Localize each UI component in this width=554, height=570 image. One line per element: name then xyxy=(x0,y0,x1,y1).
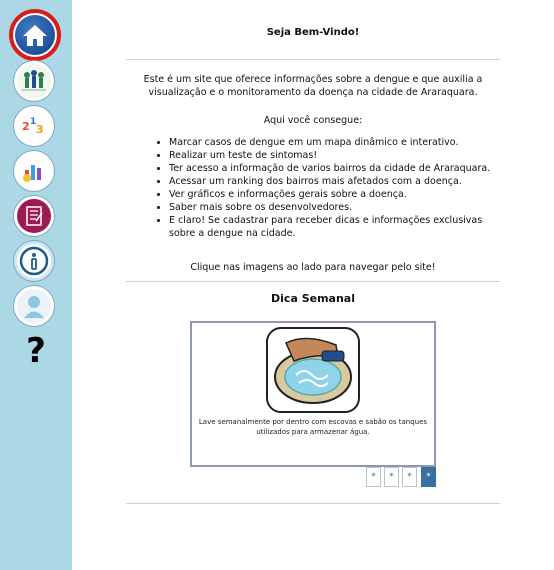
list-item: Ter acesso a informação de varios bairro… xyxy=(169,162,499,175)
list-item: Ver gráficos e informações gerais sobre … xyxy=(169,188,499,201)
home-icon xyxy=(15,15,55,55)
page-title: Seja Bem-Vindo! xyxy=(266,27,360,38)
features-list: Marcar casos de dengue em um mapa dinâmi… xyxy=(156,136,499,240)
nav-user-button[interactable] xyxy=(14,286,54,326)
nav-test-button[interactable] xyxy=(14,196,54,236)
list-item: Saber mais sobre os desenvolvedores. xyxy=(169,201,499,214)
test-icon xyxy=(26,206,43,226)
svg-text:2: 2 xyxy=(22,120,30,133)
divider xyxy=(126,59,500,60)
slide-pager-4[interactable]: * xyxy=(421,467,436,487)
list-item: Acessar um ranking dos bairros mais afet… xyxy=(169,175,499,188)
navigation-hint: Clique nas imagens ao lado para navegar … xyxy=(190,262,436,273)
slide-pager-3[interactable]: * xyxy=(402,467,417,487)
user-icon xyxy=(24,296,44,318)
weekly-tip-title: Dica Semanal xyxy=(271,292,355,305)
list-item: Realizar um teste de sintomas! xyxy=(169,149,499,162)
nav-info-button[interactable] xyxy=(14,241,54,281)
divider xyxy=(126,503,500,504)
features-heading: Aqui você consegue: xyxy=(263,115,363,126)
main-content: Seja Bem-Vindo! Este é um site que ofere… xyxy=(126,0,500,570)
weekly-tip-caption: Lave semanalmente por dentro com escovas… xyxy=(198,418,428,436)
list-item: E claro! Se cadastrar para receber dicas… xyxy=(169,214,499,240)
divider xyxy=(126,281,500,282)
washing-tank-icon xyxy=(266,327,360,413)
people-icon xyxy=(22,70,46,91)
info-icon xyxy=(19,246,49,276)
sidebar-nav: 2 1 3 ? xyxy=(0,0,72,570)
help-icon[interactable]: ? xyxy=(21,331,51,371)
numbers-icon: 2 1 3 xyxy=(22,117,44,136)
list-item: Marcar casos de dengue em um mapa dinâmi… xyxy=(169,136,499,149)
slide-pager-1[interactable]: * xyxy=(366,467,381,487)
nav-numbers-button[interactable]: 2 1 3 xyxy=(14,106,54,146)
nav-charts-button[interactable] xyxy=(14,151,54,191)
svg-text:3: 3 xyxy=(36,123,44,136)
weekly-tip-slide: Lave semanalmente por dentro com escovas… xyxy=(190,321,436,467)
charts-icon xyxy=(23,165,41,182)
nav-map-button[interactable] xyxy=(14,61,54,101)
intro-text: Este é um site que oferece informações s… xyxy=(143,74,483,98)
nav-home-button[interactable] xyxy=(9,9,61,61)
slide-pager-2[interactable]: * xyxy=(384,467,399,487)
